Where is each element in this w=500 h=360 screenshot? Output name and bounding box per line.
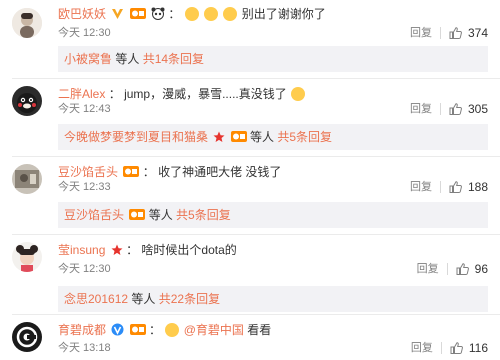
sub-reply-user[interactable]: 小被窝鲁 (64, 52, 112, 66)
avatar[interactable] (12, 242, 42, 272)
like-icon[interactable] (449, 181, 462, 193)
comment-text: 啥时候出个dota的 (141, 243, 237, 257)
laughing-emoji-icon (291, 87, 306, 101)
comment-text: 看看 (243, 323, 272, 337)
star-badge-icon (111, 244, 123, 260)
comment-text: 收了神通吧大佬 没钱了 (158, 165, 282, 179)
member-crown-icon (129, 7, 146, 24)
sub-reply-user[interactable]: 念思201612 (64, 292, 128, 306)
comment-divider (12, 78, 500, 79)
comment-divider (12, 234, 500, 235)
action-divider (439, 103, 441, 115)
reply-button[interactable]: 回复 (410, 102, 432, 116)
avatar[interactable] (12, 164, 42, 194)
comment-username[interactable]: 育碧成都 (58, 323, 106, 337)
hands-up-emoji-icon (204, 7, 219, 21)
comment-separator: ： (168, 7, 181, 21)
sub-reply-more: 等人 (246, 130, 278, 144)
sub-reply-user[interactable]: 豆沙馅舌头 (64, 208, 124, 222)
comment-separator: ： (142, 165, 155, 179)
sub-reply-more: 等人 (145, 208, 177, 222)
action-divider (439, 181, 441, 193)
vip-v-icon (111, 7, 124, 24)
comment-text: 别出了谢谢你了 (241, 7, 326, 21)
hands-up-emoji-icon (184, 7, 199, 21)
action-divider (439, 27, 441, 39)
action-divider (446, 263, 448, 275)
like-count: 188 (467, 180, 488, 194)
sub-replies-box[interactable]: 今晚做梦要梦到夏目和猫桑 等人 共5条回复 (58, 124, 488, 150)
comment-actions: 回复 374 (410, 26, 488, 40)
sub-replies-box[interactable]: 小被窝鲁 等人 共14条回复 (58, 46, 488, 72)
sub-replies-box[interactable]: 念思201612 等人 共22条回复 (58, 286, 488, 312)
comment-text: jump，漫威，暴雪.....真没钱了 (124, 87, 287, 101)
comment-actions: 回复 96 (417, 262, 488, 276)
member-crown-icon (129, 204, 146, 230)
like-icon[interactable] (449, 27, 462, 39)
reply-button[interactable]: 回复 (410, 26, 432, 40)
vip-v-icon (111, 323, 124, 340)
comment-time: 今天 12:30 (58, 263, 111, 275)
comment-username[interactable]: 二胖Alex (58, 87, 105, 101)
action-divider (440, 342, 442, 354)
comment-time: 今天 13:18 (58, 342, 111, 354)
like-count: 96 (474, 262, 488, 276)
sub-reply-more: 等人 (128, 292, 159, 306)
comment-username[interactable]: 欧巴妖妖 (58, 7, 106, 21)
reply-button[interactable]: 回复 (417, 262, 439, 276)
sub-reply-count[interactable]: 共5条回复 (277, 130, 332, 144)
sub-reply-count[interactable]: 共5条回复 (176, 208, 231, 222)
member-crown-icon (123, 165, 140, 182)
member-crown-icon (230, 126, 247, 152)
reply-button[interactable]: 回复 (411, 341, 433, 355)
hands-up-emoji-icon (223, 7, 238, 21)
like-count: 305 (467, 102, 488, 116)
reply-button[interactable]: 回复 (410, 180, 432, 194)
like-icon[interactable] (449, 103, 462, 115)
avatar[interactable] (12, 86, 42, 116)
sub-reply-user[interactable]: 今晚做梦要梦到夏目和猫桑 (64, 130, 208, 144)
sub-reply-count[interactable]: 共14条回复 (143, 52, 204, 66)
comment-time: 今天 12:30 (58, 27, 111, 39)
panda-icon (151, 7, 165, 24)
sub-reply-count[interactable]: 共22条回复 (159, 292, 220, 306)
comment-actions: 回复 188 (410, 180, 488, 194)
sub-replies-box[interactable]: 豆沙馅舌头 等人 共5条回复 (58, 202, 488, 228)
comment-username[interactable]: 豆沙馅舌头 (58, 165, 118, 179)
member-crown-icon (129, 323, 146, 340)
comment-mention[interactable]: @育碧中国 (184, 323, 244, 337)
comment-separator: ： (126, 243, 139, 257)
like-icon[interactable] (450, 342, 463, 354)
comment-username[interactable]: 莹insung (58, 243, 105, 257)
avatar[interactable] (12, 8, 42, 38)
comment-divider (12, 156, 500, 157)
comment-divider (12, 314, 500, 315)
smile-emoji-icon (165, 323, 180, 337)
sub-reply-more: 等人 (112, 52, 143, 66)
comment-separator: ： (108, 87, 121, 101)
comment-time: 今天 12:43 (58, 103, 111, 115)
like-icon[interactable] (456, 263, 469, 275)
comment-actions: 回复 116 (411, 341, 488, 355)
like-count: 116 (468, 341, 488, 355)
like-count: 374 (467, 26, 488, 40)
star-badge-icon (213, 126, 225, 152)
comment-separator: ： (149, 323, 162, 337)
comment-actions: 回复 305 (410, 102, 488, 116)
avatar[interactable] (12, 322, 42, 352)
comment-time: 今天 12:33 (58, 181, 111, 193)
